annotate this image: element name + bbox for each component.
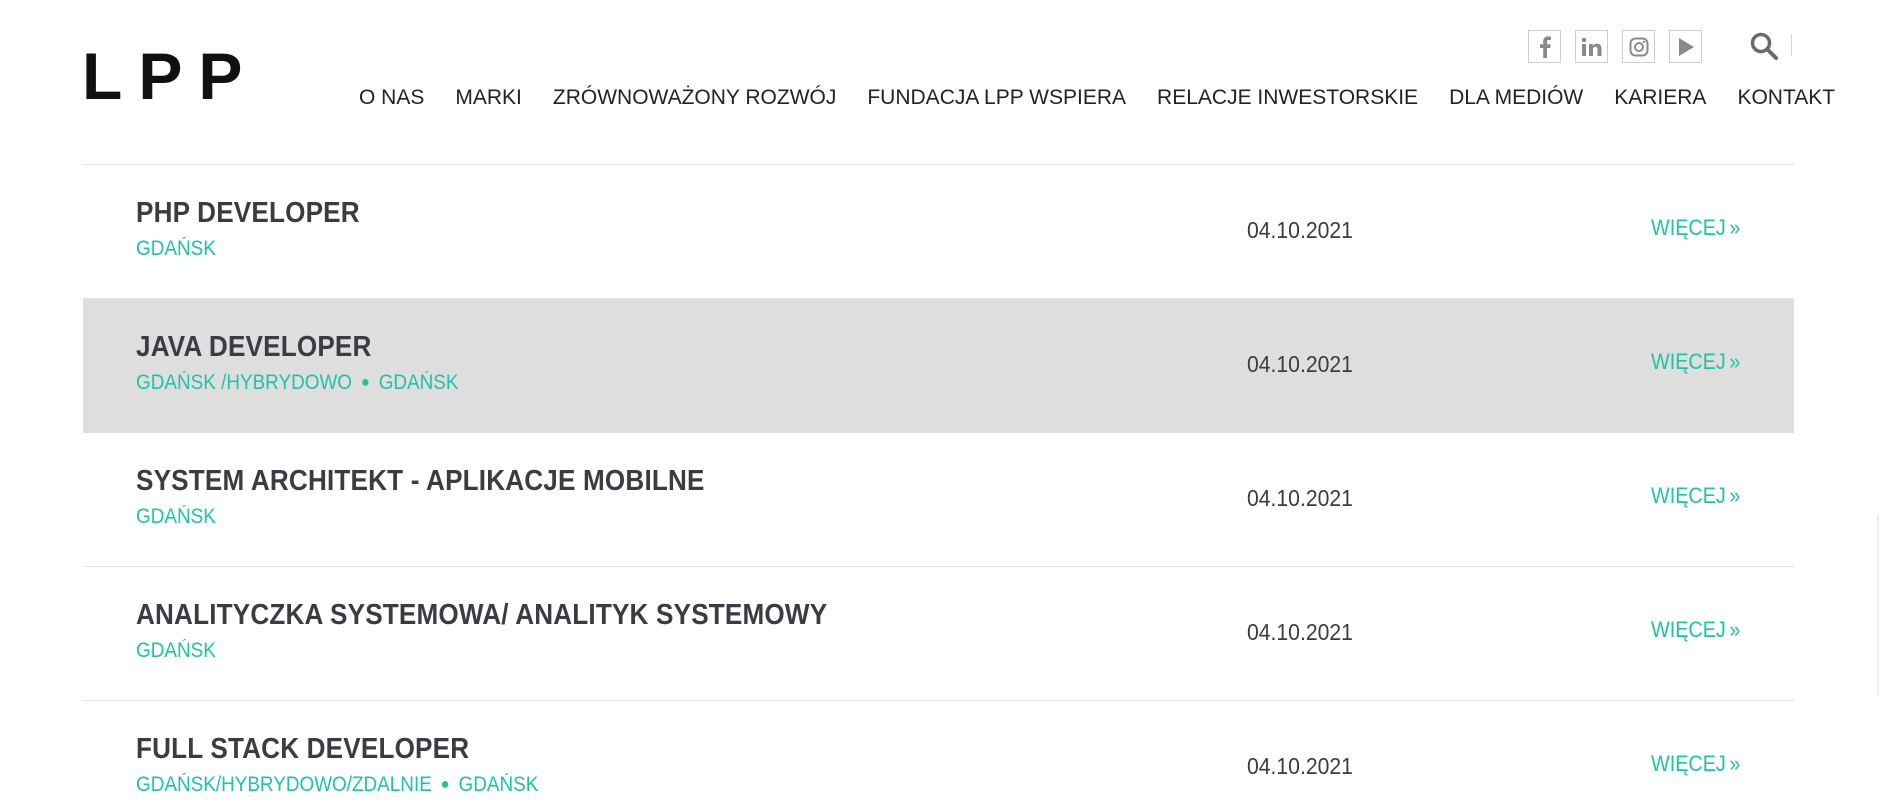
main-nav: O NAS MARKI ZRÓWNOWAŻONY ROZWÓJ FUNDACJA…	[359, 86, 1835, 110]
double-chevron-right-icon: »	[1729, 751, 1741, 776]
linkedin-icon[interactable]	[1575, 30, 1608, 63]
logo-letter: P	[198, 39, 245, 113]
job-title[interactable]: JAVA DEVELOPER	[136, 331, 372, 364]
more-link[interactable]: WIĘCEJ»	[1651, 751, 1740, 777]
more-label: WIĘCEJ	[1651, 483, 1726, 508]
facebook-icon[interactable]	[1528, 30, 1561, 63]
job-list: PHP DEVELOPER GDAŃSK 04.10.2021 WIĘCEJ» …	[83, 164, 1794, 804]
more-link[interactable]: WIĘCEJ»	[1651, 349, 1740, 375]
double-chevron-right-icon: »	[1729, 349, 1741, 374]
job-location: GDAŃSK /HYBRYDOWO ● GDAŃSK	[136, 371, 459, 395]
location-label: GDAŃSK	[136, 639, 216, 662]
job-location: GDAŃSK	[136, 505, 216, 529]
scrollbar[interactable]	[1877, 515, 1879, 695]
more-link[interactable]: WIĘCEJ»	[1651, 617, 1740, 643]
nav-item-o-nas[interactable]: O NAS	[359, 86, 424, 110]
double-chevron-right-icon: »	[1729, 617, 1741, 642]
location-label: GDAŃSK	[136, 505, 216, 528]
location-label: GDAŃSK	[458, 773, 539, 796]
job-title[interactable]: SYSTEM ARCHITEKT - APLIKACJE MOBILNE	[136, 465, 705, 498]
job-date: 04.10.2021	[1247, 619, 1353, 645]
job-row[interactable]: PHP DEVELOPER GDAŃSK 04.10.2021 WIĘCEJ»	[83, 165, 1794, 299]
job-row[interactable]: JAVA DEVELOPER GDAŃSK /HYBRYDOWO ● GDAŃSK …	[83, 299, 1794, 433]
nav-item-relacje-inwestorskie[interactable]: RELACJE INWESTORSKIE	[1157, 86, 1418, 110]
location-label: GDAŃSK /HYBRYDOWO	[136, 371, 352, 394]
nav-item-marki[interactable]: MARKI	[455, 86, 522, 110]
job-row[interactable]: ANALITYCZKA SYSTEMOWA/ ANALITYK SYSTEMOW…	[83, 567, 1794, 701]
job-title[interactable]: ANALITYCZKA SYSTEMOWA/ ANALITYK SYSTEMOW…	[136, 599, 827, 632]
job-location: GDAŃSK	[136, 237, 216, 261]
more-label: WIĘCEJ	[1651, 617, 1726, 642]
location-label: GDAŃSK	[136, 237, 216, 260]
job-date: 04.10.2021	[1247, 351, 1353, 377]
more-link[interactable]: WIĘCEJ»	[1651, 215, 1740, 241]
double-chevron-right-icon: »	[1729, 483, 1741, 508]
more-label: WIĘCEJ	[1651, 349, 1726, 374]
double-chevron-right-icon: »	[1729, 215, 1741, 240]
logo-letter: P	[138, 39, 185, 113]
job-date: 04.10.2021	[1247, 485, 1353, 511]
lpp-logo[interactable]: L P P	[82, 39, 245, 113]
job-date: 04.10.2021	[1247, 217, 1353, 243]
nav-item-dla-mediow[interactable]: DLA MEDIÓW	[1449, 86, 1583, 110]
careers-page: L P P O NAS MARKI ZRÓWNOWAŻONY ROZWÓJ FU…	[0, 0, 1881, 804]
separator-dot-icon: ●	[360, 374, 370, 391]
nav-item-kontakt[interactable]: KONTAKT	[1737, 86, 1835, 110]
location-label: GDAŃSK/HYBRYDOWO/ZDALNIE	[136, 773, 432, 796]
instagram-icon[interactable]	[1622, 30, 1655, 63]
header-divider	[1791, 34, 1792, 56]
nav-item-zrownowazony-rozwoj[interactable]: ZRÓWNOWAŻONY ROZWÓJ	[553, 86, 836, 110]
location-label: GDAŃSK	[378, 371, 459, 394]
youtube-icon[interactable]	[1669, 30, 1702, 63]
job-location: GDAŃSK/HYBRYDOWO/ZDALNIE ● GDAŃSK	[136, 773, 538, 797]
nav-item-kariera[interactable]: KARIERA	[1614, 86, 1706, 110]
job-row[interactable]: FULL STACK DEVELOPER GDAŃSK/HYBRYDOWO/ZD…	[83, 701, 1794, 804]
more-label: WIĘCEJ	[1651, 751, 1726, 776]
job-row[interactable]: SYSTEM ARCHITEKT - APLIKACJE MOBILNE GDA…	[83, 433, 1794, 567]
more-label: WIĘCEJ	[1651, 215, 1726, 240]
nav-item-fundacja[interactable]: FUNDACJA LPP WSPIERA	[867, 86, 1126, 110]
logo-letter: L	[82, 39, 125, 113]
separator-dot-icon: ●	[440, 776, 450, 793]
job-title[interactable]: FULL STACK DEVELOPER	[136, 733, 469, 766]
more-link[interactable]: WIĘCEJ»	[1651, 483, 1740, 509]
job-location: GDAŃSK	[136, 639, 216, 663]
job-date: 04.10.2021	[1247, 753, 1353, 779]
search-icon[interactable]	[1746, 28, 1782, 64]
job-title[interactable]: PHP DEVELOPER	[136, 197, 360, 230]
social-links	[1528, 30, 1702, 63]
